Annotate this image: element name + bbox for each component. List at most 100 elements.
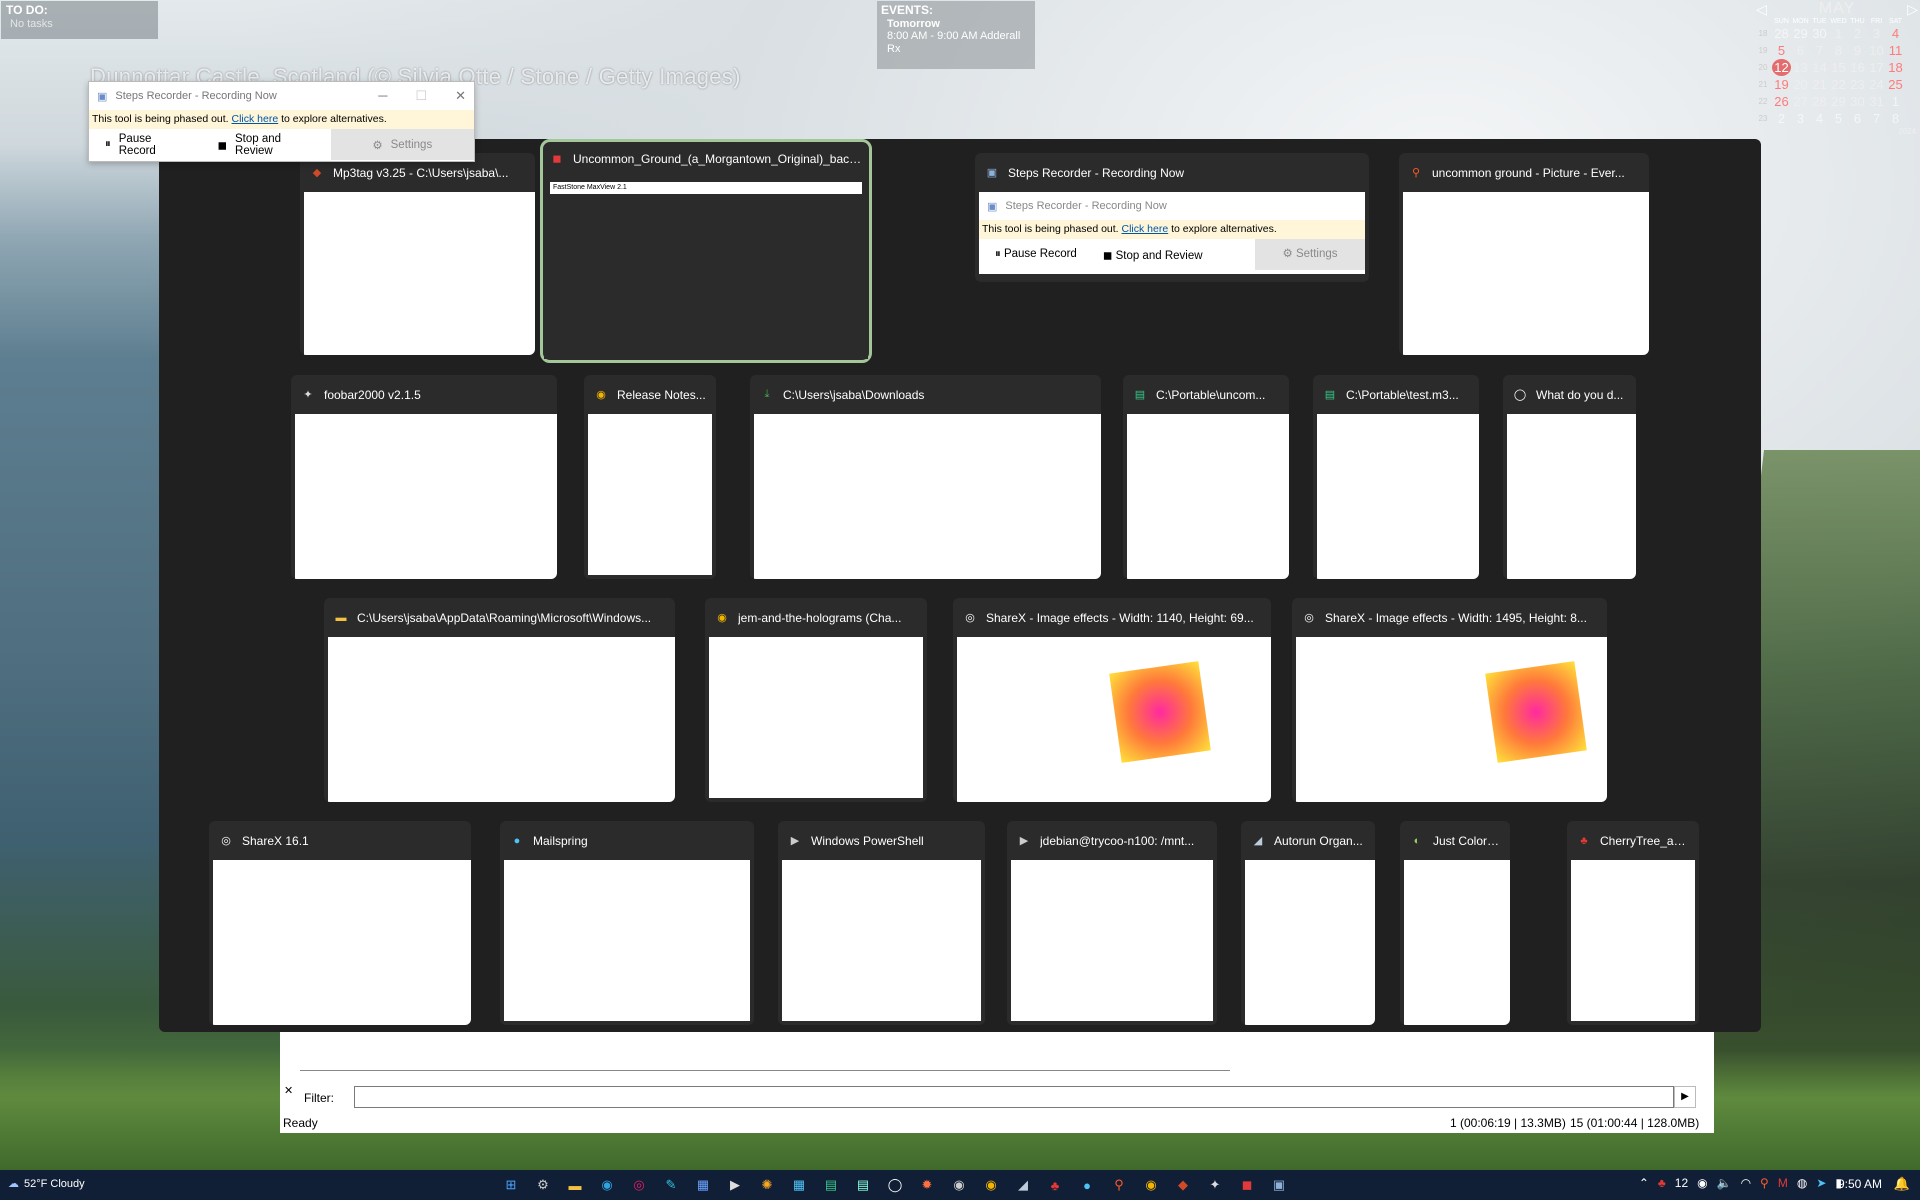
clock[interactable]: 9:50 AM <box>1838 1177 1882 1191</box>
close-icon[interactable]: ✕ <box>455 88 466 104</box>
calendar-prev-icon[interactable]: ◁ <box>1756 1 1767 18</box>
terminal-icon[interactable]: ▶ <box>724 1174 746 1196</box>
calendar-day[interactable]: 16 <box>1848 59 1867 76</box>
calendar-day[interactable]: 1 <box>1886 93 1905 110</box>
switcher-window-tile[interactable]: ◉ jem-and-the-holograms (Cha... <box>705 598 927 802</box>
chevron-up-icon[interactable]: ⌃ <box>1639 1176 1649 1190</box>
calendar-day[interactable]: 5 <box>1829 110 1848 127</box>
filter-input[interactable] <box>354 1086 1674 1108</box>
calendar-day[interactable]: 7 <box>1867 110 1886 127</box>
calendar-day[interactable]: 28 <box>1810 93 1829 110</box>
calendar-next-icon[interactable]: ▷ <box>1907 1 1918 18</box>
switcher-window-tile[interactable]: ◯ What do you d... <box>1503 375 1636 579</box>
search-icon[interactable]: ⚲ <box>1108 1174 1130 1196</box>
calendar-day[interactable]: 6 <box>1848 110 1867 127</box>
calendar-day[interactable]: 30 <box>1810 25 1829 42</box>
calendar-day[interactable]: 11 <box>1886 42 1905 59</box>
switcher-window-tile[interactable]: ● Mailspring <box>500 821 754 1025</box>
switcher-window-tile[interactable]: ▤ C:\Portable\test.m3... <box>1313 375 1479 579</box>
calendar-day[interactable]: 20 <box>1791 76 1810 93</box>
tray-app-icon[interactable]: ♣ <box>1658 1176 1666 1190</box>
calendar-day[interactable]: 2 <box>1772 110 1791 127</box>
calendar-day[interactable]: 9 <box>1848 42 1867 59</box>
steps-recorder-window[interactable]: ▣ Steps Recorder - Recording Now ─ ☐ ✕ T… <box>88 81 475 162</box>
switcher-window-tile[interactable]: ◎ ShareX - Image effects - Width: 1140, H… <box>953 598 1271 802</box>
volume-icon[interactable]: 🔈 <box>1717 1176 1732 1190</box>
switcher-window-tile[interactable]: ▣ Steps Recorder - Recording Now ▣ Steps Re… <box>975 153 1369 282</box>
switcher-window-tile[interactable]: ◼ Uncommon_Ground_(a_Morgantown_Original)… <box>540 139 872 363</box>
calendar-day[interactable]: 17 <box>1867 59 1886 76</box>
switcher-window-tile[interactable]: ◢ Autorun Organ... <box>1241 821 1375 1025</box>
switcher-window-tile[interactable]: ◉ Release Notes... <box>584 375 716 579</box>
calendar-icon[interactable]: ▦ <box>692 1174 714 1196</box>
calendar-day[interactable]: 8 <box>1829 42 1848 59</box>
calendar-day[interactable]: 24 <box>1867 76 1886 93</box>
calendar-day[interactable]: 4 <box>1810 110 1829 127</box>
start-icon[interactable]: ⊞ <box>500 1174 522 1196</box>
obs-icon[interactable]: ◉ <box>1697 1176 1707 1190</box>
calendar-day[interactable]: 5 <box>1772 42 1791 59</box>
chrome-icon[interactable]: ◉ <box>1140 1174 1162 1196</box>
calendar-day[interactable]: 3 <box>1791 110 1810 127</box>
switcher-window-tile[interactable]: ▶ Windows PowerShell <box>778 821 985 1025</box>
app-icon[interactable]: ✎ <box>660 1174 682 1196</box>
app-icon[interactable]: ◢ <box>1012 1174 1034 1196</box>
switcher-window-tile[interactable]: ◎ ShareX 16.1 <box>209 821 471 1025</box>
calendar-day[interactable]: 18 <box>1886 59 1905 76</box>
edge-icon[interactable]: ◉ <box>596 1174 618 1196</box>
switcher-window-tile[interactable]: ▬ C:\Users\jsaba\AppData\Roaming\Microsof… <box>324 598 675 802</box>
minimize-icon[interactable]: ─ <box>378 88 387 104</box>
file-explorer-icon[interactable]: ▬ <box>564 1174 586 1196</box>
app-icon[interactable]: ◎ <box>628 1174 650 1196</box>
calendar-day[interactable]: 12 <box>1772 59 1791 76</box>
wifi-icon[interactable]: ◠ <box>1741 1176 1751 1190</box>
calendar-day[interactable]: 3 <box>1867 25 1886 42</box>
switcher-window-tile[interactable]: ▤ C:\Portable\uncom... <box>1123 375 1289 579</box>
mp3tag-icon[interactable]: ◆ <box>1172 1174 1194 1196</box>
calendar-day[interactable]: 31 <box>1867 93 1886 110</box>
switcher-window-tile[interactable]: ✦ foobar2000 v2.1.5 <box>291 375 557 579</box>
close-filter-icon[interactable]: ✕ <box>284 1084 293 1097</box>
search-icon[interactable]: ⚲ <box>1760 1176 1769 1190</box>
faststone-icon[interactable]: ◼ <box>1236 1174 1258 1196</box>
foobar-icon[interactable]: ✦ <box>1204 1174 1226 1196</box>
chrome-icon[interactable]: ◉ <box>980 1174 1002 1196</box>
steam-icon[interactable]: ◍ <box>1797 1176 1807 1190</box>
calendar-day[interactable]: 27 <box>1791 93 1810 110</box>
calendar-day[interactable]: 25 <box>1886 76 1905 93</box>
calendar-day[interactable]: 19 <box>1772 76 1791 93</box>
calendar-day[interactable]: 7 <box>1810 42 1829 59</box>
calendar-day[interactable]: 29 <box>1791 25 1810 42</box>
calendar-day[interactable]: 23 <box>1848 76 1867 93</box>
calendar-day[interactable]: 4 <box>1886 25 1905 42</box>
switcher-window-tile[interactable]: ⚲ uncommon ground - Picture - Ever... <box>1399 153 1649 355</box>
calendar-day[interactable]: 14 <box>1810 59 1829 76</box>
app-icon[interactable]: ✹ <box>916 1174 938 1196</box>
settings-icon[interactable]: ⚙ <box>532 1174 554 1196</box>
calendar-day[interactable]: 15 <box>1829 59 1848 76</box>
telegram-icon[interactable]: ➤ <box>1816 1176 1826 1190</box>
pause-record-button[interactable]: ⏸ Pause Record <box>89 129 201 160</box>
switcher-window-tile[interactable]: ◐ Just Color Picker <box>1400 821 1510 1025</box>
browser-icon[interactable]: ◯ <box>884 1174 906 1196</box>
calendar-day[interactable]: 2 <box>1848 25 1867 42</box>
notepad-icon[interactable]: ▤ <box>820 1174 842 1196</box>
cherrytree-icon[interactable]: ♣ <box>1044 1174 1066 1196</box>
mailspring-icon[interactable]: ● <box>1076 1174 1098 1196</box>
switcher-window-tile[interactable]: ⤓ C:\Users\jsaba\Downloads <box>750 375 1101 579</box>
app-icon[interactable]: ◉ <box>948 1174 970 1196</box>
weather-widget[interactable]: ☁ 52°F Cloudy <box>8 1177 85 1191</box>
switcher-window-tile[interactable]: ▶ jdebian@trycoo-n100: /mnt... <box>1007 821 1217 1025</box>
notification-bell-icon[interactable]: 🔔 <box>1894 1176 1910 1192</box>
switcher-window-tile[interactable]: ◎ ShareX - Image effects - Width: 1495, H… <box>1292 598 1607 802</box>
calendar-day[interactable]: 29 <box>1829 93 1848 110</box>
switcher-window-tile[interactable]: ♣ CherryTree_as_... <box>1567 821 1699 1025</box>
calendar-day[interactable]: 21 <box>1810 76 1829 93</box>
notepad-icon[interactable]: ▤ <box>852 1174 874 1196</box>
steps-recorder-icon[interactable]: ▣ <box>1268 1174 1290 1196</box>
calendar-day[interactable]: 10 <box>1867 42 1886 59</box>
mail-icon[interactable]: M <box>1778 1176 1788 1190</box>
calendar-day[interactable]: 8 <box>1886 110 1905 127</box>
calendar-day[interactable]: 26 <box>1772 93 1791 110</box>
calendar-day[interactable]: 1 <box>1829 25 1848 42</box>
